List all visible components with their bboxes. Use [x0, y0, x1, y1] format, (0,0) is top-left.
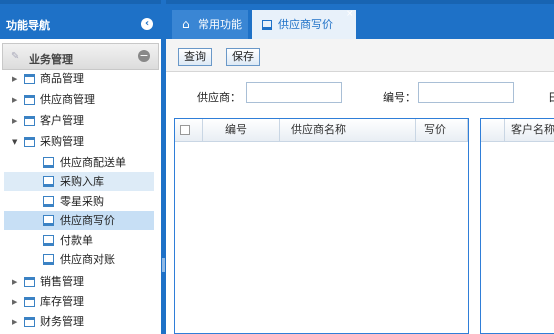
tree-leaf-label: 采购入库: [60, 175, 104, 188]
column-header-supplier-name[interactable]: 供应商名称: [280, 119, 416, 141]
tree-node-label: 供应商管理: [40, 93, 95, 106]
expand-arrow-icon[interactable]: ▶: [12, 91, 17, 109]
sidebar-header: 功能导航 ‹: [0, 0, 161, 39]
tab-label: 供应商写价: [278, 18, 333, 31]
folder-icon: [24, 74, 35, 84]
code-input[interactable]: [418, 82, 514, 103]
sidebar-group-label: 业务管理: [29, 53, 73, 66]
tag-icon: ✎: [11, 51, 20, 62]
document-icon: [43, 176, 54, 187]
expand-arrow-icon[interactable]: ▶: [12, 112, 17, 130]
collapse-group-icon[interactable]: −: [138, 50, 150, 62]
column-header-customer-name[interactable]: 客户名称: [505, 119, 554, 141]
expand-arrow-icon[interactable]: ▶: [12, 293, 17, 311]
supplier-label: 供应商：: [197, 91, 241, 104]
tree-node-label: 库存管理: [40, 295, 84, 308]
sidebar: 功能导航 ‹ ✎ 业务管理 − ▶ 商品管理 ▶ 供应商管理 ▶ 客户管理 ▼ …: [0, 0, 161, 334]
document-icon: [43, 157, 54, 168]
column-header-code[interactable]: 编号: [203, 119, 280, 141]
expand-arrow-icon[interactable]: ▶: [12, 273, 17, 291]
code-label: 编号：: [383, 91, 416, 104]
tree-leaf-misc-purchase[interactable]: 零星采购: [4, 192, 154, 211]
collapse-sidebar-icon[interactable]: ‹: [141, 18, 153, 30]
tab-bar: ⌂ 常用功能 供应商写价 ×: [166, 0, 554, 39]
close-tab-icon[interactable]: ×: [346, 0, 354, 29]
tree-node-label: 财务管理: [40, 315, 84, 328]
document-icon: [43, 235, 54, 246]
collapse-arrow-icon[interactable]: ▼: [12, 133, 17, 151]
customer-grid: 客户名称: [480, 118, 554, 334]
tree-leaf-label: 供应商写价: [60, 214, 115, 227]
sidebar-group-business[interactable]: ✎ 业务管理 −: [2, 43, 159, 70]
tree-leaf-purchase-inbound[interactable]: 采购入库: [4, 172, 154, 191]
toolbar: 查询 保存: [166, 39, 554, 72]
tree-leaf-label: 零星采购: [60, 195, 104, 208]
supplier-input[interactable]: [246, 82, 342, 103]
tree-leaf-payment[interactable]: 付款单: [4, 231, 154, 250]
query-button[interactable]: 查询: [178, 48, 212, 66]
folder-icon: [24, 317, 35, 327]
sidebar-title: 功能导航: [6, 19, 50, 32]
folder-icon: [24, 277, 35, 287]
folder-icon: [24, 116, 35, 126]
tree-node-label: 商品管理: [40, 72, 84, 85]
tab-home[interactable]: ⌂ 常用功能: [172, 10, 248, 39]
tree-leaf-label: 付款单: [60, 234, 93, 247]
tree-node-label: 销售管理: [40, 275, 84, 288]
row-number-header: [481, 119, 505, 141]
tree-leaf-label: 供应商对账: [60, 253, 115, 266]
save-button[interactable]: 保存: [226, 48, 260, 66]
home-icon: ⌂: [182, 17, 190, 31]
tab-label: 常用功能: [198, 18, 242, 31]
folder-icon: [24, 137, 35, 147]
tree-node-label: 采购管理: [40, 135, 84, 148]
grid-header: 客户名称: [481, 119, 554, 142]
tree-leaf-supplier-pricing[interactable]: 供应商写价: [4, 211, 154, 230]
document-icon: [43, 215, 54, 226]
document-icon: [43, 196, 54, 207]
column-header-price[interactable]: 写价: [416, 119, 468, 141]
tab-supplier-pricing[interactable]: 供应商写价 ×: [252, 9, 356, 39]
document-icon: [262, 20, 272, 30]
tree-leaf-label: 供应商配送单: [60, 156, 126, 169]
grid-header: 编号 供应商名称 写价: [175, 119, 468, 142]
splitter-grip[interactable]: [162, 258, 165, 272]
tree-leaf-supplier-reconcile[interactable]: 供应商对账: [4, 250, 154, 269]
expand-arrow-icon[interactable]: ▶: [12, 313, 17, 331]
date-label: 日: [548, 91, 554, 104]
tree-node-label: 客户管理: [40, 114, 84, 127]
folder-icon: [24, 95, 35, 105]
supplier-pricing-grid: 编号 供应商名称 写价: [174, 118, 469, 334]
select-all-cell: [175, 119, 203, 141]
expand-arrow-icon[interactable]: ▶: [12, 70, 17, 88]
folder-icon: [24, 297, 35, 307]
tree-leaf-supplier-delivery[interactable]: 供应商配送单: [4, 153, 154, 172]
select-all-checkbox[interactable]: [180, 125, 190, 135]
document-icon: [43, 254, 54, 265]
